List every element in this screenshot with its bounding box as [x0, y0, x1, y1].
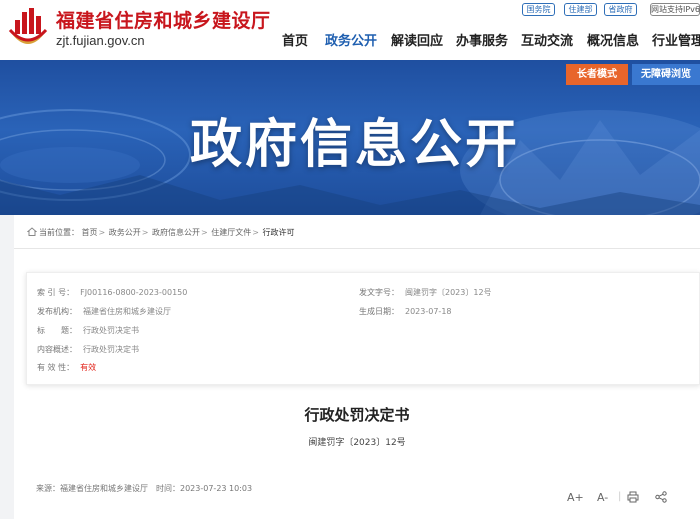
breadcrumb-home[interactable]: 首页	[82, 228, 98, 237]
nav-services[interactable]: 办事服务	[456, 30, 508, 49]
meta-publisher: 发布机构： 福建省住房和城乡建设厅	[37, 306, 171, 317]
breadcrumb-gov-affairs[interactable]: 政务公开	[109, 228, 141, 237]
banner: 政府信息公开 长者模式 无障碍浏览	[0, 60, 700, 215]
nav-interpretation[interactable]: 解读回应	[391, 30, 443, 49]
nav-overview[interactable]: 概况信息	[587, 30, 639, 49]
document-source-line: 来源：福建省住房和城乡建设厅 时间：2023-07-23 10:03	[36, 483, 252, 494]
meta-summary: 内容概述： 行政处罚决定书	[37, 344, 139, 355]
nav-industry[interactable]: 行业管理	[652, 30, 700, 49]
nav-interaction[interactable]: 互动交流	[521, 30, 573, 49]
site-name[interactable]: 福建省住房和城乡建设厅	[56, 6, 271, 33]
site-header: 福建省住房和城乡建设厅 zjt.fujian.gov.cn 国务院 住建部 省政…	[0, 0, 700, 60]
meta-doc-no: 发文字号： 闽建罚字〔2023〕12号	[359, 287, 492, 298]
meta-index: 索 引 号： FJ00116-0800-2023-00150	[37, 287, 187, 298]
accessible-browse-button[interactable]: 无障碍浏览	[632, 64, 700, 85]
font-decrease-button[interactable]: A-	[597, 491, 608, 505]
meta-title-label: 标 题：	[37, 326, 77, 335]
meta-validity: 有 效 性： 有效	[37, 362, 96, 373]
elder-mode-button[interactable]: 长者模式	[566, 64, 628, 85]
breadcrumb-prefix: 当前位置：	[39, 228, 79, 237]
banner-title: 政府信息公开	[189, 115, 520, 175]
time-value: 2023-07-23 10:03	[180, 484, 253, 493]
source-label: 来源：	[36, 484, 60, 493]
metadata-panel: 索 引 号： FJ00116-0800-2023-00150 发文字号： 闽建罚字〔…	[26, 272, 700, 385]
meta-title-value: 行政处罚决定书	[83, 326, 139, 335]
source-value: 福建省住房和城乡建设厅	[60, 484, 148, 493]
meta-title: 标 题： 行政处罚决定书	[37, 325, 139, 336]
breadcrumb-current: 行政许可	[262, 228, 295, 237]
site-url: zjt.fujian.gov.cn	[56, 33, 145, 48]
meta-publisher-label: 发布机构：	[37, 307, 77, 316]
top-link-mohurd[interactable]: 住建部	[564, 3, 597, 16]
breadcrumb-info-disclosure[interactable]: 政府信息公开	[152, 228, 200, 237]
meta-date-label: 生成日期：	[359, 307, 399, 316]
top-link-province-gov[interactable]: 省政府	[604, 3, 637, 16]
meta-summary-label: 内容概述：	[37, 345, 77, 354]
top-link-state-council[interactable]: 国务院	[522, 3, 555, 16]
meta-publisher-value: 福建省住房和城乡建设厅	[83, 307, 171, 316]
font-increase-button[interactable]: A+	[567, 491, 584, 505]
meta-date: 生成日期： 2023-07-18	[359, 306, 452, 317]
share-icon[interactable]	[655, 491, 667, 503]
time-label: 时间：	[156, 484, 180, 493]
meta-index-value: FJ00116-0800-2023-00150	[80, 288, 188, 297]
breadcrumb-dept-files[interactable]: 住建厅文件	[211, 228, 251, 237]
nav-home[interactable]: 首页	[282, 30, 308, 49]
print-icon[interactable]	[627, 491, 639, 503]
home-icon	[26, 227, 38, 236]
meta-validity-value: 有效	[80, 363, 97, 372]
content-panel: 当前位置： 首页> 政务公开> 政府信息公开> 住建厅文件> 行政许可 索 引 …	[14, 215, 700, 519]
emblem-logo-icon[interactable]	[6, 4, 50, 48]
breadcrumb-divider	[14, 248, 700, 249]
meta-index-label: 索 引 号：	[37, 288, 75, 297]
document-number: 闽建罚字〔2023〕12号	[308, 438, 406, 448]
meta-validity-label: 有 效 性：	[37, 363, 75, 372]
nav-gov-affairs[interactable]: 政务公开	[325, 30, 377, 49]
meta-doc-no-label: 发文字号：	[359, 288, 399, 297]
document-title: 行政处罚决定书	[304, 406, 410, 424]
ipv6-badge: 网站支持IPv6	[650, 3, 700, 16]
tools-divider: |	[618, 491, 622, 502]
meta-summary-value: 行政处罚决定书	[83, 345, 139, 354]
meta-doc-no-value: 闽建罚字〔2023〕12号	[405, 288, 492, 297]
breadcrumb: 当前位置： 首页> 政务公开> 政府信息公开> 住建厅文件> 行政许可	[26, 227, 295, 238]
meta-date-value: 2023-07-18	[405, 307, 452, 316]
